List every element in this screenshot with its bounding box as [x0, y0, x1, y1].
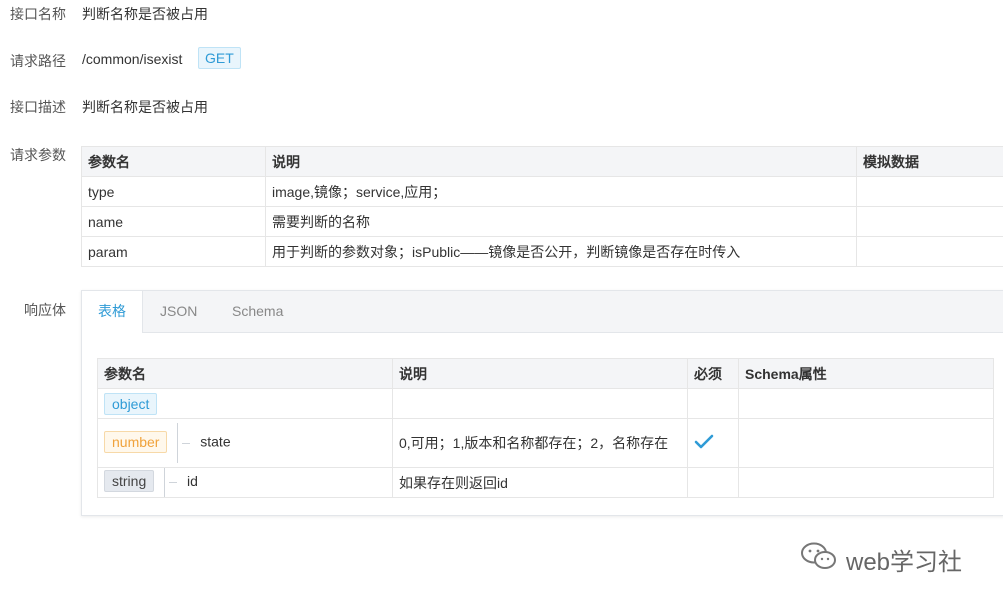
tab-schema[interactable]: Schema	[232, 291, 283, 332]
api-name-value: 判断名称是否被占用	[82, 6, 208, 22]
type-tag: object	[104, 392, 158, 415]
check-icon	[694, 434, 714, 453]
schema-attr-cell	[738, 418, 994, 468]
table-header-row: 参数名 说明 模拟数据	[81, 146, 1003, 177]
required-cell	[687, 418, 739, 468]
response-tabs: 表格 JSON Schema	[82, 291, 1003, 333]
watermark-text: web学习社	[846, 548, 963, 576]
table-row: type image,镜像；service,应用；	[81, 176, 1003, 207]
param-name-cell: name	[81, 206, 266, 237]
request-path-value: /common/isexist	[82, 51, 183, 67]
tab-table[interactable]: 表格	[82, 291, 143, 333]
table-header-row: 参数名 说明 必须 Schema属性	[97, 358, 994, 389]
schema-attr-cell	[738, 388, 994, 419]
column-header-description: 说明	[392, 358, 688, 389]
param-desc-cell	[392, 388, 688, 419]
param-mock-cell	[856, 176, 1003, 207]
request-params-label: 请求参数	[10, 147, 66, 163]
param-name-cell: param	[81, 236, 266, 267]
param-name-text: state	[200, 433, 231, 450]
table-row: object	[97, 388, 994, 419]
tree-connector	[177, 423, 179, 463]
column-header-mock-data: 模拟数据	[856, 146, 1003, 177]
table-row: string id 如果存在则返回id	[97, 467, 994, 498]
param-desc-cell: 需要判断的名称	[265, 206, 857, 237]
response-label: 响应体	[24, 302, 66, 318]
param-desc-cell: 用于判断的参数对象；isPublic——镜像是否公开，判断镜像是否存在时传入	[265, 236, 857, 267]
api-desc-value: 判断名称是否被占用	[82, 99, 208, 115]
wechat-icon	[800, 541, 838, 578]
param-name-text: id	[187, 473, 198, 490]
table-row: name 需要判断的名称	[81, 206, 1003, 237]
tab-json[interactable]: JSON	[160, 291, 197, 332]
schema-attr-cell	[738, 467, 994, 498]
response-panel: 表格 JSON Schema 参数名 说明 必须 Schema属性 object	[81, 290, 1003, 516]
method-badge: GET	[198, 47, 241, 69]
column-header-description: 说明	[265, 146, 857, 177]
param-mock-cell	[856, 236, 1003, 267]
param-name-cell: string id	[97, 467, 393, 498]
param-desc-cell: 0,可用；1,版本和名称都存在；2，名称存在	[392, 418, 688, 468]
api-desc-label: 接口描述	[10, 99, 66, 115]
type-tag: string	[104, 470, 155, 493]
param-name-cell: number state	[97, 418, 393, 468]
watermark: web学习社	[800, 541, 962, 577]
table-row: param 用于判断的参数对象；isPublic——镜像是否公开，判断镜像是否存…	[81, 236, 1003, 267]
type-tag: number	[104, 430, 168, 453]
param-mock-cell	[856, 206, 1003, 237]
response-table: 参数名 说明 必须 Schema属性 object number state 0…	[97, 358, 994, 498]
tree-connector	[164, 468, 166, 497]
column-header-param-name: 参数名	[97, 358, 393, 389]
request-path-label: 请求路径	[10, 53, 66, 69]
column-header-param-name: 参数名	[81, 146, 266, 177]
param-desc-cell: image,镜像；service,应用；	[265, 176, 857, 207]
param-desc-cell: 如果存在则返回id	[392, 467, 688, 498]
tree-branch	[182, 442, 191, 444]
tree-branch	[169, 482, 178, 483]
required-cell	[687, 388, 739, 419]
table-row: number state 0,可用；1,版本和名称都存在；2，名称存在	[97, 418, 994, 468]
request-params-table: 参数名 说明 模拟数据 type image,镜像；service,应用； na…	[81, 146, 1003, 267]
required-cell	[687, 467, 739, 498]
param-name-cell: type	[81, 176, 266, 207]
column-header-required: 必须	[687, 358, 739, 389]
column-header-schema-attr: Schema属性	[738, 358, 994, 389]
param-name-cell: object	[97, 388, 393, 419]
api-name-label: 接口名称	[10, 6, 66, 22]
